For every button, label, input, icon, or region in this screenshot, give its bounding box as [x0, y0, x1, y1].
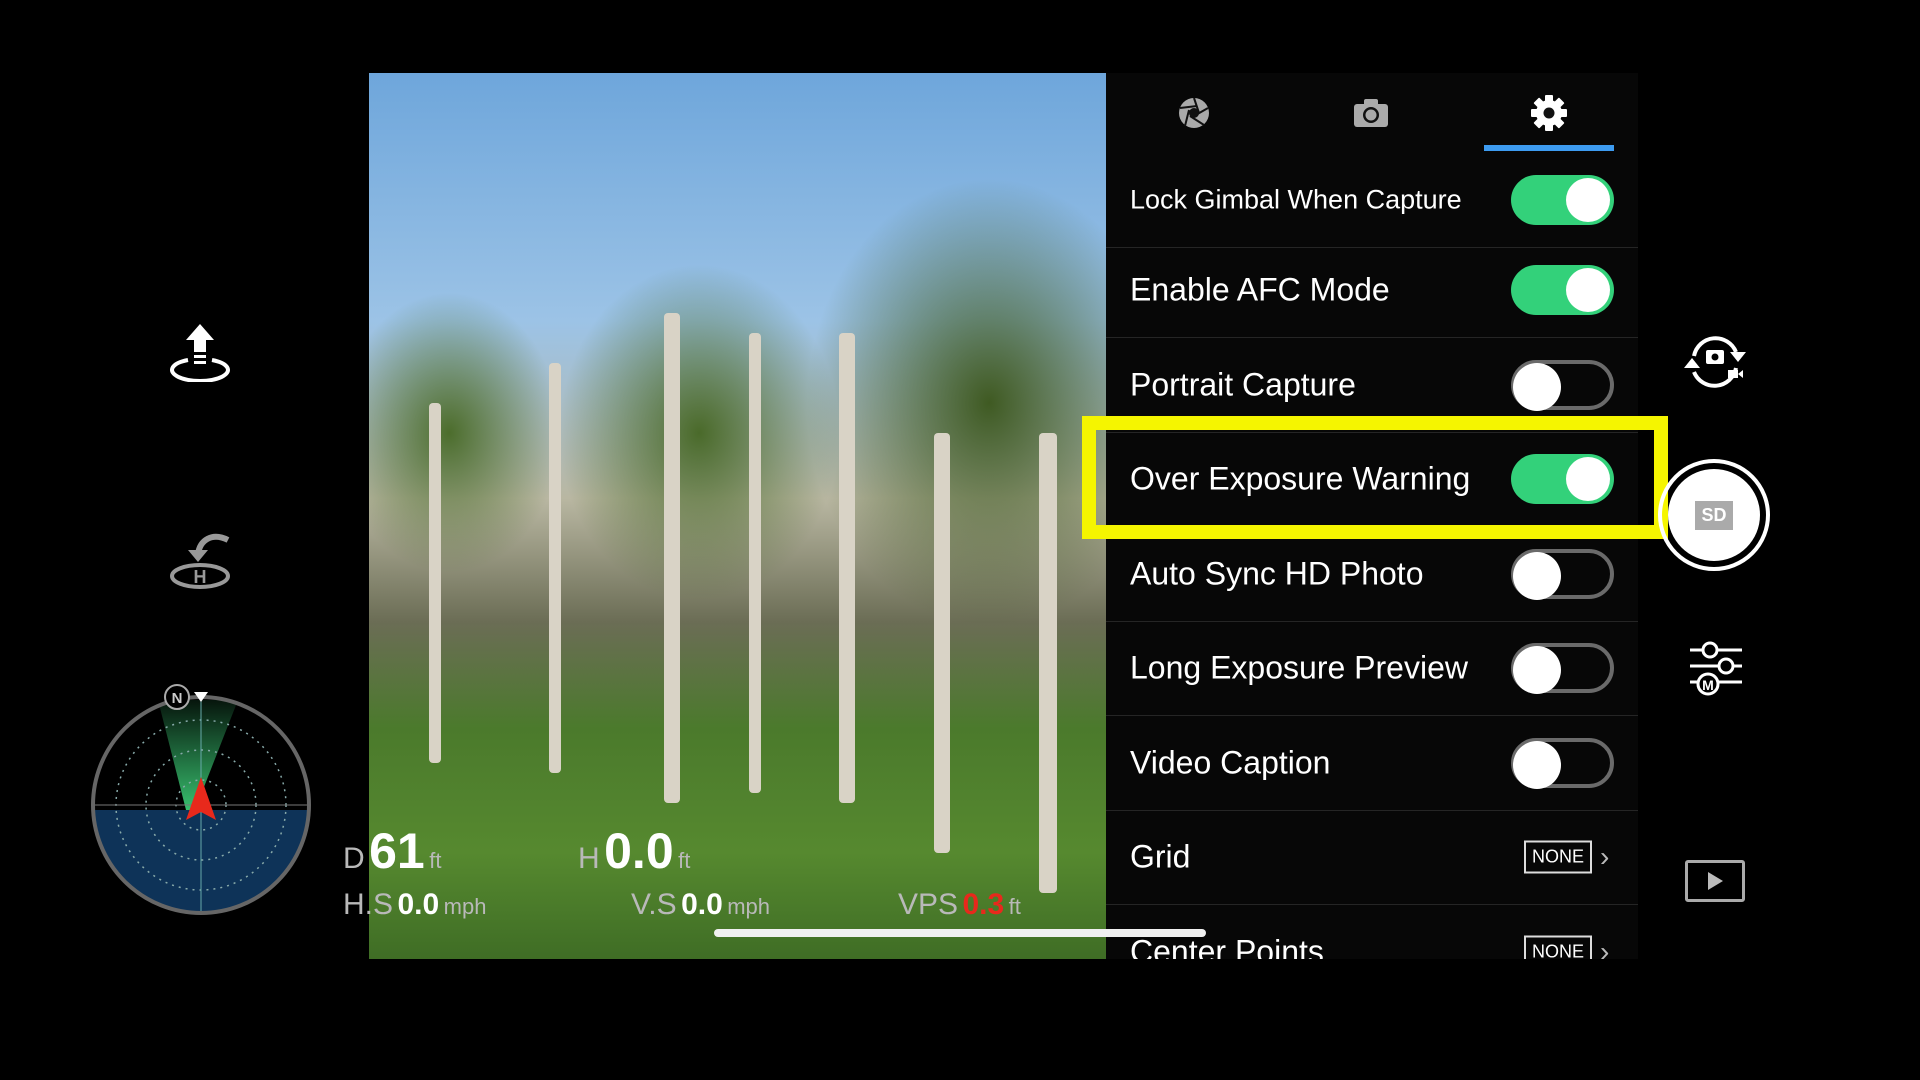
playback-icon [1708, 872, 1723, 890]
return-home-icon: H [170, 533, 230, 589]
palm-trunk [839, 333, 855, 803]
horizontal-scrollbar[interactable] [714, 929, 1206, 937]
vps-key: VPS [898, 888, 959, 921]
height-value: 0.0 [604, 823, 674, 879]
portrait-capture-toggle[interactable] [1511, 360, 1614, 411]
telemetry-distance: D 61 ft [343, 822, 441, 880]
vs-key: V.S [631, 888, 677, 921]
height-unit: ft [678, 848, 691, 873]
hs-value: 0.0 [397, 888, 440, 921]
setting-label: Video Caption [1130, 744, 1331, 781]
hs-unit: mph [443, 894, 487, 919]
shutter-inner: SD [1668, 469, 1760, 561]
switch-photo-video-button[interactable] [1680, 330, 1750, 397]
shutter-button[interactable]: SD [1658, 459, 1770, 571]
radar-compass[interactable]: N [88, 680, 314, 923]
setting-row-long-exposure-preview: Long Exposure Preview [1106, 621, 1638, 716]
setting-label: Portrait Capture [1130, 366, 1356, 403]
toggle-knob [1513, 741, 1561, 789]
palm-trunk [1039, 433, 1057, 893]
setting-label: Auto Sync HD Photo [1130, 555, 1424, 592]
long-exposure-preview-toggle[interactable] [1511, 643, 1614, 694]
setting-label: Center Points [1130, 933, 1324, 960]
vps-unit: ft [1008, 894, 1021, 919]
toggle-knob [1513, 363, 1561, 411]
no-sd-card-icon: SD [1695, 500, 1733, 530]
distance-key: D [343, 842, 365, 875]
height-key: H [578, 842, 600, 875]
telemetry-vps: VPS 0.3 ft [898, 888, 1021, 922]
setting-row-auto-sync-hd-photo: Auto Sync HD Photo [1106, 527, 1638, 622]
telemetry-height: H 0.0 ft [578, 822, 690, 880]
palm-trunk [549, 363, 561, 773]
vs-value: 0.0 [681, 888, 723, 921]
palm-trunk [749, 333, 761, 793]
setting-row-video-caption: Video Caption [1106, 716, 1638, 811]
telemetry-vertical-speed: V.S 0.0 mph [631, 888, 770, 922]
palm-trunk [934, 433, 950, 853]
gear-icon [1531, 95, 1567, 131]
distance-value: 61 [369, 823, 425, 879]
toggle-knob [1513, 646, 1561, 694]
center-points-value: NONE [1524, 935, 1593, 959]
camera-live-view[interactable] [369, 73, 1106, 959]
camera-icon [1354, 99, 1388, 127]
toggle-knob [1566, 268, 1610, 312]
chevron-right-icon: › [1600, 841, 1610, 872]
north-label: N [172, 690, 183, 707]
palm-trunk [664, 313, 680, 803]
manual-settings-button[interactable]: M [1688, 640, 1744, 707]
manual-settings-icon: M [1690, 641, 1742, 696]
toggle-knob [1513, 552, 1561, 600]
afc-mode-toggle[interactable] [1511, 265, 1614, 315]
tab-aperture[interactable] [1169, 93, 1219, 133]
auto-sync-hd-photo-toggle[interactable] [1511, 549, 1614, 600]
setting-label: Enable AFC Mode [1130, 271, 1390, 308]
toggle-knob [1566, 178, 1610, 222]
playback-button[interactable] [1685, 860, 1745, 902]
distance-unit: ft [429, 848, 442, 873]
highlight-box [1082, 416, 1668, 539]
tab-camera[interactable] [1346, 93, 1396, 133]
return-home-button[interactable]: H [168, 532, 232, 599]
vs-unit: mph [727, 894, 771, 919]
setting-row-grid[interactable]: Grid NONE › [1106, 810, 1638, 905]
palm-trunk [429, 403, 441, 763]
takeoff-button[interactable] [168, 322, 232, 387]
setting-label: Lock Gimbal When Capture [1130, 184, 1462, 215]
video-caption-toggle[interactable] [1511, 738, 1614, 789]
takeoff-icon [170, 324, 230, 383]
lock-gimbal-toggle[interactable] [1511, 175, 1614, 225]
chevron-right-icon: › [1600, 936, 1610, 959]
grid-value: NONE [1524, 840, 1593, 874]
telemetry-horizontal-speed: H.S 0.0 mph [343, 888, 486, 922]
setting-row-afc-mode: Enable AFC Mode [1106, 243, 1638, 338]
setting-label: Long Exposure Preview [1130, 649, 1468, 686]
hs-key: H.S [343, 888, 394, 921]
svg-text:M: M [1702, 677, 1714, 693]
svg-text:H: H [194, 567, 207, 587]
aperture-icon [1179, 97, 1209, 128]
switch-photo-video-icon [1684, 336, 1746, 388]
tab-settings[interactable] [1524, 93, 1574, 133]
setting-label: Grid [1130, 838, 1191, 875]
vps-value: 0.3 [962, 888, 1005, 921]
active-tab-indicator [1484, 145, 1614, 151]
setting-row-lock-gimbal: Lock Gimbal When Capture [1106, 153, 1638, 248]
